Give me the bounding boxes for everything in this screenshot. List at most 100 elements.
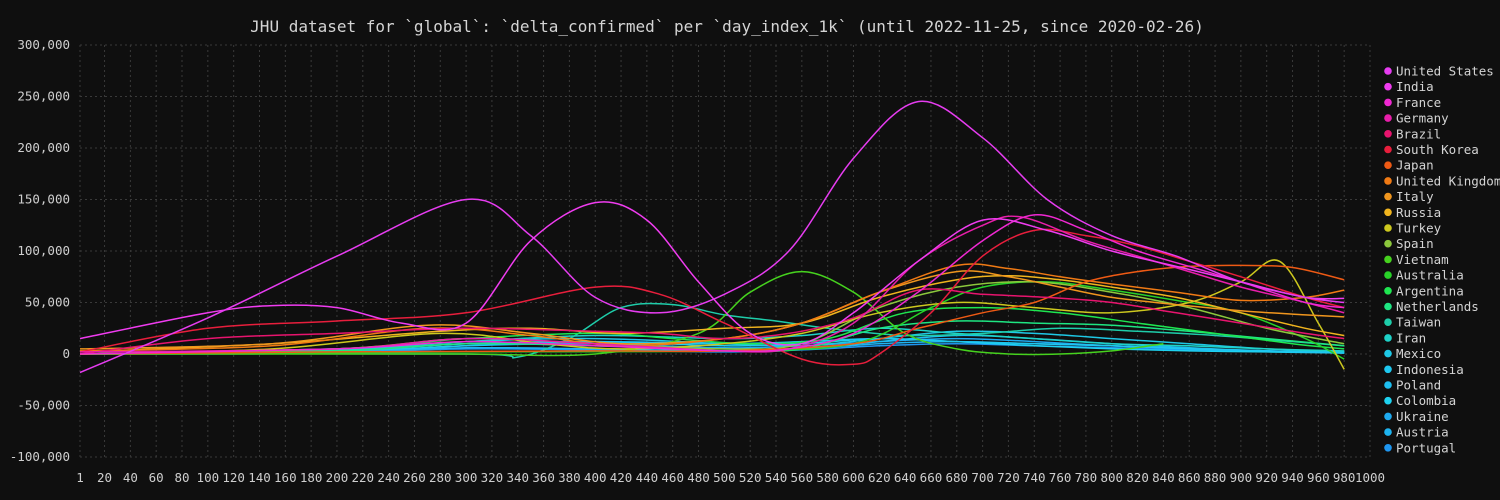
legend-marker bbox=[1384, 412, 1392, 421]
legend-marker bbox=[1384, 177, 1392, 185]
legend-label: United States bbox=[1396, 64, 1494, 79]
x-tick-label: 100 bbox=[197, 470, 220, 485]
legend-marker bbox=[1384, 224, 1392, 232]
legend-marker bbox=[1384, 287, 1392, 295]
legend-marker bbox=[1384, 67, 1392, 75]
x-tick-label: 640 bbox=[894, 470, 917, 485]
legend-marker bbox=[1384, 255, 1392, 264]
x-tick-label: 900 bbox=[1230, 470, 1253, 485]
x-tick-label: 20 bbox=[97, 470, 112, 485]
x-tick-label: 40 bbox=[123, 470, 138, 485]
legend-marker bbox=[1384, 239, 1392, 248]
x-tick-label: 820 bbox=[1126, 470, 1149, 485]
legend-label: Indonesia bbox=[1396, 362, 1464, 377]
legend-label: Brazil bbox=[1396, 126, 1441, 141]
legend-label: Japan bbox=[1396, 158, 1434, 173]
x-tick-label: 720 bbox=[997, 470, 1020, 485]
x-tick-label: 140 bbox=[248, 470, 271, 485]
x-tick-label: 80 bbox=[174, 470, 189, 485]
x-tick-label: 380 bbox=[558, 470, 581, 485]
y-tick-label: 150,000 bbox=[17, 192, 70, 207]
legend-label: Spain bbox=[1396, 236, 1434, 251]
legend-marker bbox=[1384, 82, 1392, 91]
legend-label: Iran bbox=[1396, 330, 1426, 345]
x-tick-label: 320 bbox=[481, 470, 504, 485]
y-tick-label: -100,000 bbox=[10, 449, 70, 464]
x-tick-label: 920 bbox=[1255, 470, 1278, 485]
y-tick-label: 200,000 bbox=[17, 140, 70, 155]
legend-label: Austria bbox=[1396, 425, 1449, 440]
legend-label: Italy bbox=[1396, 189, 1434, 204]
legend-label: United Kingdom bbox=[1396, 173, 1500, 188]
x-tick-label: 780 bbox=[1075, 470, 1098, 485]
chart-title: JHU dataset for `global`: `delta_confirm… bbox=[250, 17, 1204, 36]
x-tick-label: 600 bbox=[842, 470, 865, 485]
x-tick-label: 240 bbox=[377, 470, 400, 485]
line-chart: JHU dataset for `global`: `delta_confirm… bbox=[0, 0, 1500, 500]
x-tick-label: 940 bbox=[1281, 470, 1304, 485]
legend-label: Australia bbox=[1396, 268, 1464, 283]
x-tick-label: 540 bbox=[765, 470, 788, 485]
legend-label: Colombia bbox=[1396, 393, 1456, 408]
legend-label: Turkey bbox=[1396, 221, 1442, 236]
x-tick-label: 160 bbox=[274, 470, 297, 485]
x-tick-label: 760 bbox=[1049, 470, 1072, 485]
x-tick-label: 840 bbox=[1152, 470, 1175, 485]
legend-label: Germany bbox=[1396, 111, 1449, 126]
legend-label: Russia bbox=[1396, 205, 1441, 220]
legend-marker bbox=[1384, 114, 1392, 122]
legend-marker bbox=[1384, 98, 1392, 107]
x-tick-label: 340 bbox=[506, 470, 529, 485]
x-tick-label: 1000 bbox=[1355, 470, 1385, 485]
y-tick-label: 250,000 bbox=[17, 89, 70, 104]
legend-label: France bbox=[1396, 95, 1441, 110]
y-tick-label: 300,000 bbox=[17, 37, 70, 52]
x-tick-label: 660 bbox=[920, 470, 943, 485]
x-tick-label: 220 bbox=[352, 470, 375, 485]
legend-label: Taiwan bbox=[1396, 315, 1441, 330]
legend-marker bbox=[1384, 349, 1392, 358]
legend-marker bbox=[1384, 161, 1392, 169]
x-tick-label: 60 bbox=[149, 470, 164, 485]
legend-label: Portugal bbox=[1396, 440, 1456, 455]
y-tick-label: 100,000 bbox=[17, 243, 70, 258]
legend-label: Argentina bbox=[1396, 283, 1464, 298]
legend-marker bbox=[1384, 302, 1392, 311]
x-tick-label: 700 bbox=[971, 470, 994, 485]
x-tick-label: 800 bbox=[1100, 470, 1123, 485]
y-tick-label: -50,000 bbox=[17, 398, 70, 413]
x-tick-label: 680 bbox=[945, 470, 968, 485]
x-tick-label: 740 bbox=[1023, 470, 1046, 485]
legend-marker bbox=[1384, 381, 1392, 389]
x-tick-label: 360 bbox=[532, 470, 555, 485]
x-tick-label: 400 bbox=[584, 470, 607, 485]
x-tick-label: 880 bbox=[1204, 470, 1227, 485]
legend-marker bbox=[1384, 208, 1392, 217]
x-tick-label: 260 bbox=[403, 470, 426, 485]
x-tick-label: 300 bbox=[455, 470, 478, 485]
x-tick-label: 180 bbox=[300, 470, 323, 485]
x-tick-label: 1 bbox=[76, 470, 84, 485]
x-tick-label: 460 bbox=[661, 470, 684, 485]
x-tick-label: 420 bbox=[610, 470, 633, 485]
legend-label: Ukraine bbox=[1396, 409, 1449, 424]
legend-marker bbox=[1384, 396, 1392, 405]
legend-label: Netherlands bbox=[1396, 299, 1479, 314]
legend-label: Poland bbox=[1396, 378, 1441, 393]
x-tick-label: 280 bbox=[429, 470, 452, 485]
x-tick-label: 980 bbox=[1333, 470, 1356, 485]
legend-marker bbox=[1384, 192, 1392, 201]
y-axis: -100,000 -50,000 0 50,000 100,000 150,000 200,… bbox=[10, 37, 70, 464]
x-tick-label: 200 bbox=[326, 470, 349, 485]
x-tick-label: 620 bbox=[868, 470, 891, 485]
x-tick-label: 120 bbox=[222, 470, 245, 485]
legend-marker bbox=[1384, 444, 1392, 452]
legend-marker bbox=[1384, 428, 1392, 436]
legend-label: India bbox=[1396, 79, 1434, 94]
x-tick-label: 520 bbox=[739, 470, 762, 485]
y-tick-label: 0 bbox=[62, 346, 70, 361]
legend-marker bbox=[1384, 318, 1392, 327]
x-tick-label: 860 bbox=[1178, 470, 1201, 485]
legend-marker bbox=[1384, 271, 1392, 279]
x-tick-label: 500 bbox=[713, 470, 736, 485]
